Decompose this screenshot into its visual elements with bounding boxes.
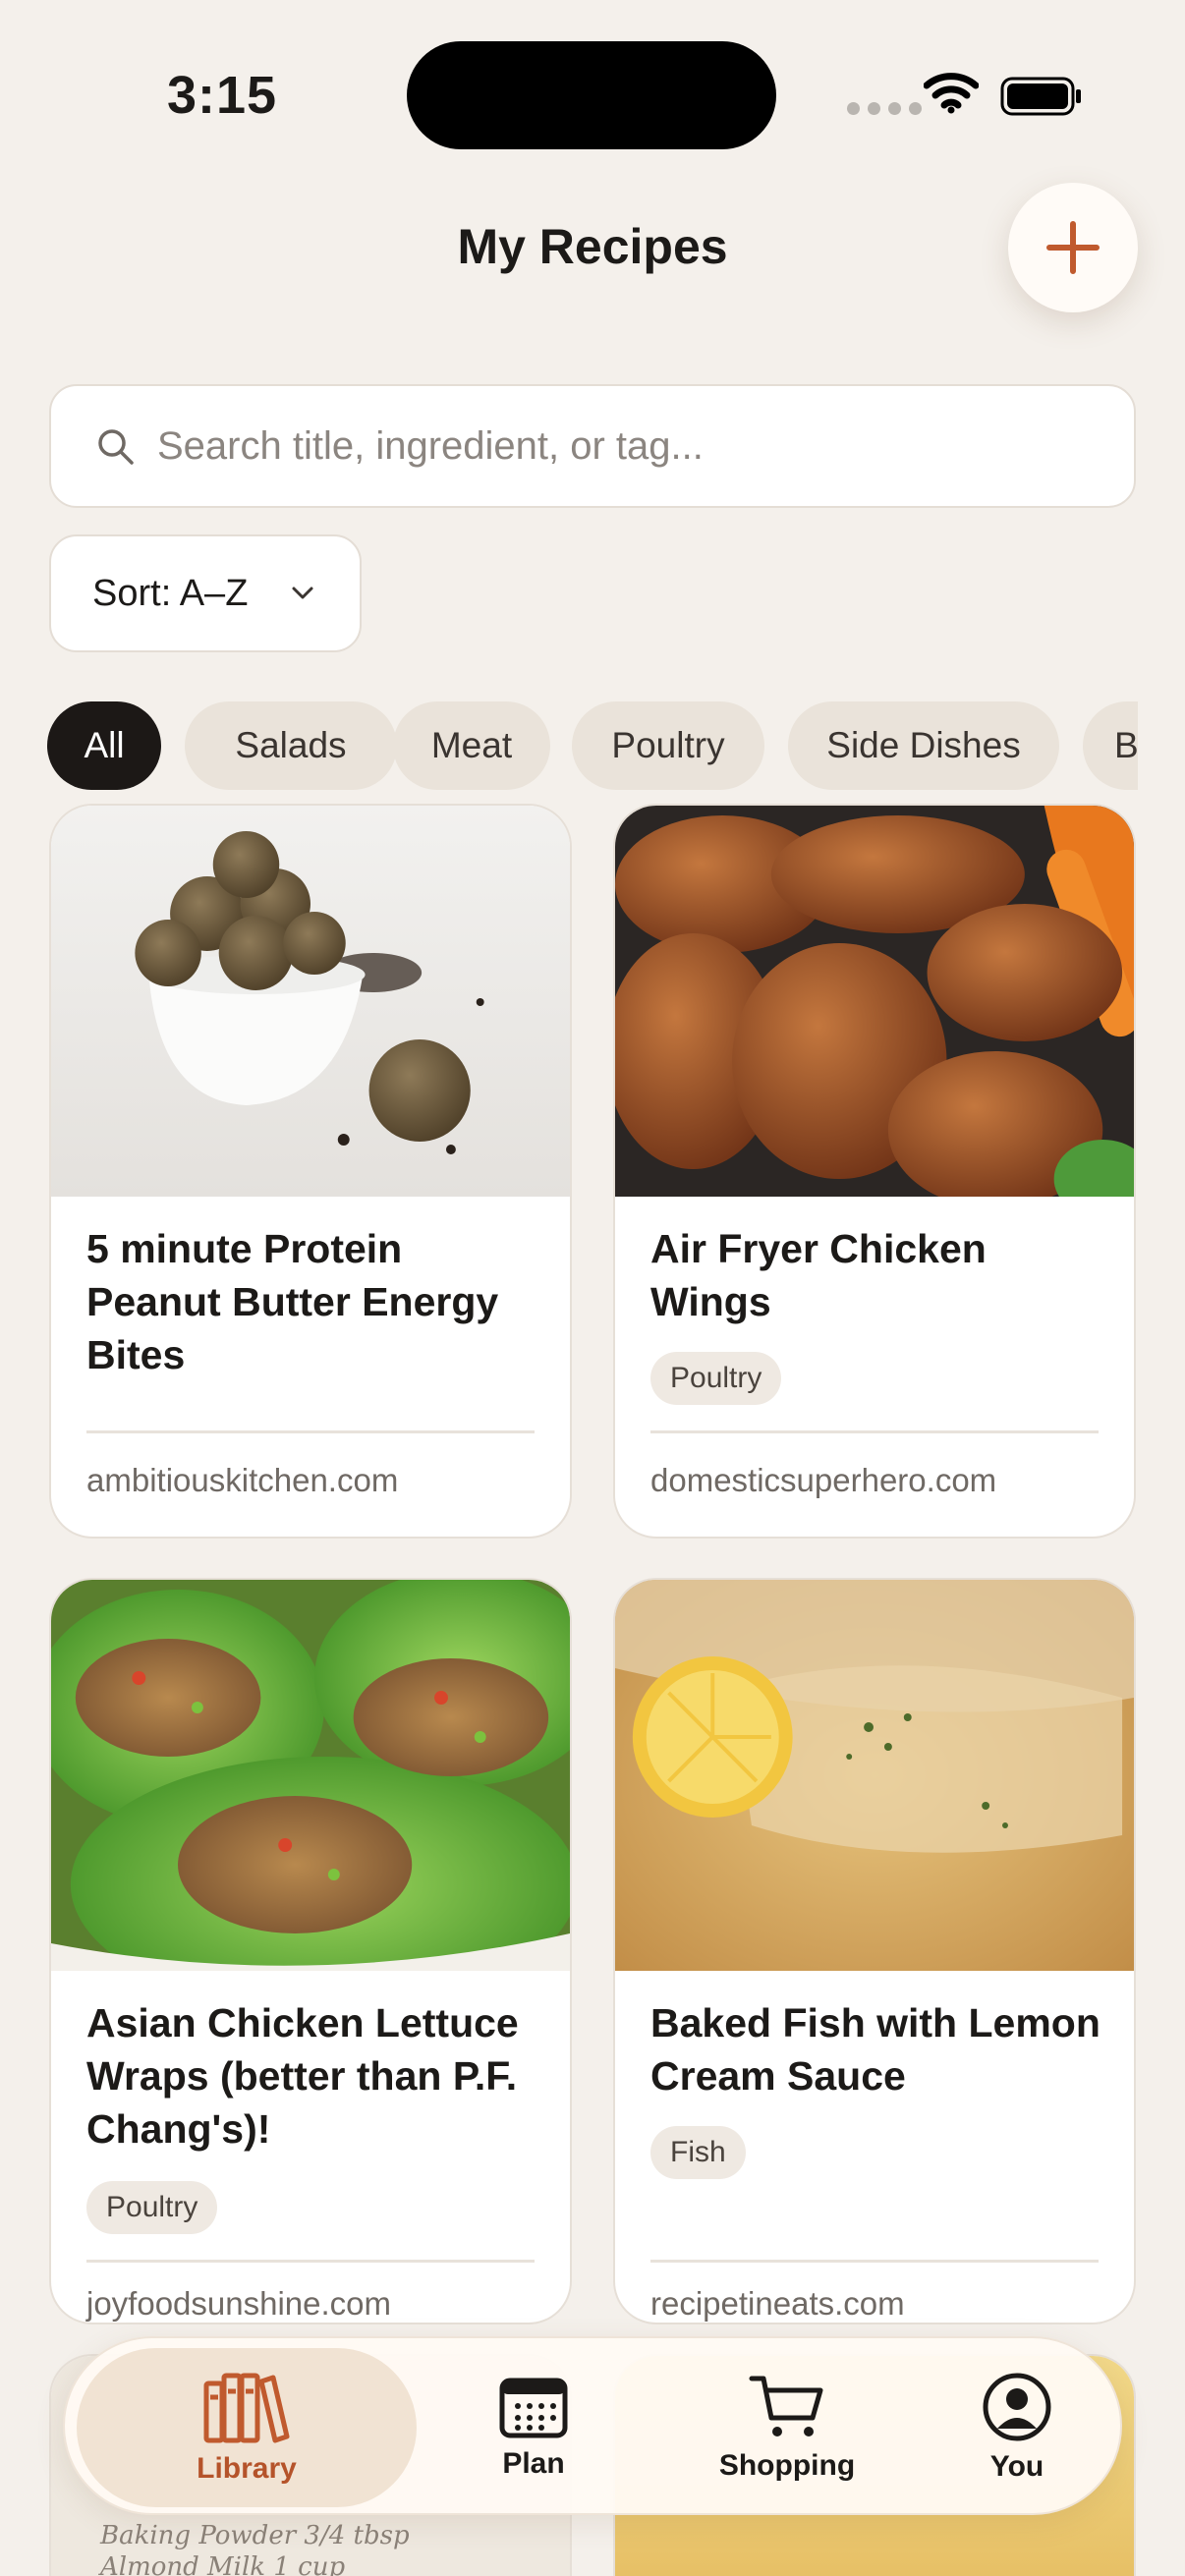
recipe-title: Air Fryer Chicken Wings [650,1226,987,1324]
search-bar [49,384,1136,508]
recipe-image [615,1580,1134,1971]
bottom-tab-bar: Library Plan Shopping You [63,2336,1122,2515]
recipe-title: Asian Chicken Lettuce Wraps (better than… [86,2000,519,2152]
recipe-source: joyfoodsunshine.com [86,2285,392,2322]
sort-dropdown[interactable]: Sort: A–Z [49,534,362,652]
recipe-source: ambitiouskitchen.com [86,1462,399,1498]
filter-chip-partial[interactable]: B [1083,701,1138,790]
recipe-title: 5 minute Protein Peanut Butter Energy Bi… [86,1226,499,1377]
recipe-image [615,806,1134,1197]
profile-icon [983,2373,1051,2441]
tab-you[interactable]: You [933,2338,1100,2517]
tab-label: Shopping [718,2449,856,2482]
battery-icon [1000,77,1081,116]
tab-label: Library [197,2452,297,2485]
recipe-card[interactable]: Asian Chicken Lettuce Wraps (better than… [49,1578,572,2324]
tab-label: Plan [502,2447,565,2480]
card-divider [86,2260,535,2263]
tab-shopping[interactable]: Shopping [674,2338,900,2517]
wifi-icon [924,73,979,114]
tab-label: You [989,2450,1044,2483]
filter-chip-side-dishes[interactable]: Side Dishes [788,701,1059,790]
chevron-down-icon [292,587,313,599]
recipe-card[interactable]: Baked Fish with Lemon Cream Sauce Fish r… [613,1578,1136,2324]
tab-plan[interactable]: Plan [430,2338,637,2517]
recipe-card[interactable]: 5 minute Protein Peanut Butter Energy Bi… [49,804,572,1539]
filter-chip-poultry[interactable]: Poultry [572,701,764,790]
tab-library[interactable]: Library [77,2348,417,2507]
cart-icon [749,2376,823,2436]
category-filter-bar: All Salads Meat Poultry Side Dishes B [47,701,1138,790]
recipe-source: domesticsuperhero.com [650,1462,997,1498]
status-bar: 3:15 [0,0,1185,187]
handwritten-text: Baking Powder 3/4 tbsp [100,2521,410,2550]
sort-label: Sort: A–Z [92,572,249,614]
card-divider [650,2260,1099,2263]
search-input[interactable] [157,386,1100,506]
recipe-tag: Fish [650,2126,746,2179]
books-icon [203,2373,290,2443]
recipe-tag: Poultry [650,1352,782,1405]
status-time: 3:15 [167,66,278,125]
dynamic-island [407,41,776,149]
handwritten-text: Almond Milk 1 cup [100,2552,346,2576]
card-divider [650,1430,1099,1433]
recipe-image [51,806,570,1197]
search-icon [98,429,134,465]
filter-chip-salads[interactable]: Salads [185,701,397,790]
filter-chip-meat[interactable]: Meat [393,701,550,790]
plus-icon [1046,221,1100,274]
card-divider [86,1430,535,1433]
recipe-title: Baked Fish with Lemon Cream Sauce [650,2000,1100,2099]
calendar-icon [499,2378,568,2438]
cellular-signal-icon [847,102,922,115]
recipe-tag: Poultry [86,2181,218,2234]
recipe-card[interactable]: Air Fryer Chicken Wings Poultry domestic… [613,804,1136,1539]
recipe-source: recipetineats.com [650,2285,905,2322]
add-recipe-button[interactable] [1008,183,1138,312]
filter-chip-all[interactable]: All [47,701,161,790]
recipe-image [51,1580,570,1971]
